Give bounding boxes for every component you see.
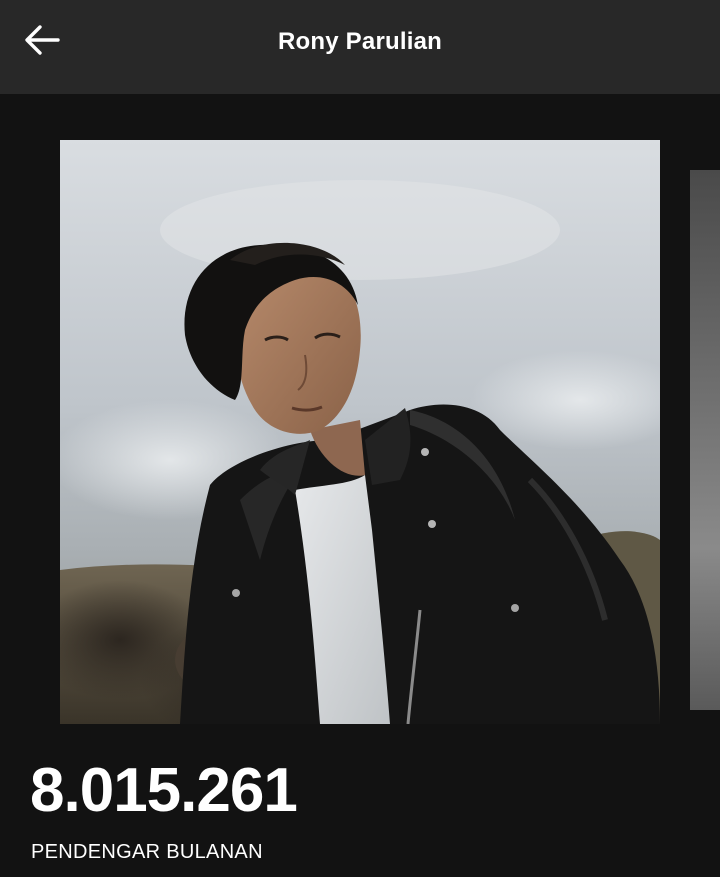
- top-bar: Rony Parulian: [0, 0, 720, 94]
- page-title: Rony Parulian: [278, 28, 442, 55]
- monthly-listeners-label: PENDENGAR BULANAN: [31, 841, 263, 863]
- artist-profile: 8.015.261 PENDENGAR BULANAN: [0, 94, 720, 877]
- artist-photo[interactable]: [60, 140, 660, 724]
- monthly-listeners-count: 8.015.261: [30, 756, 298, 825]
- artist-photo-next[interactable]: [690, 170, 720, 710]
